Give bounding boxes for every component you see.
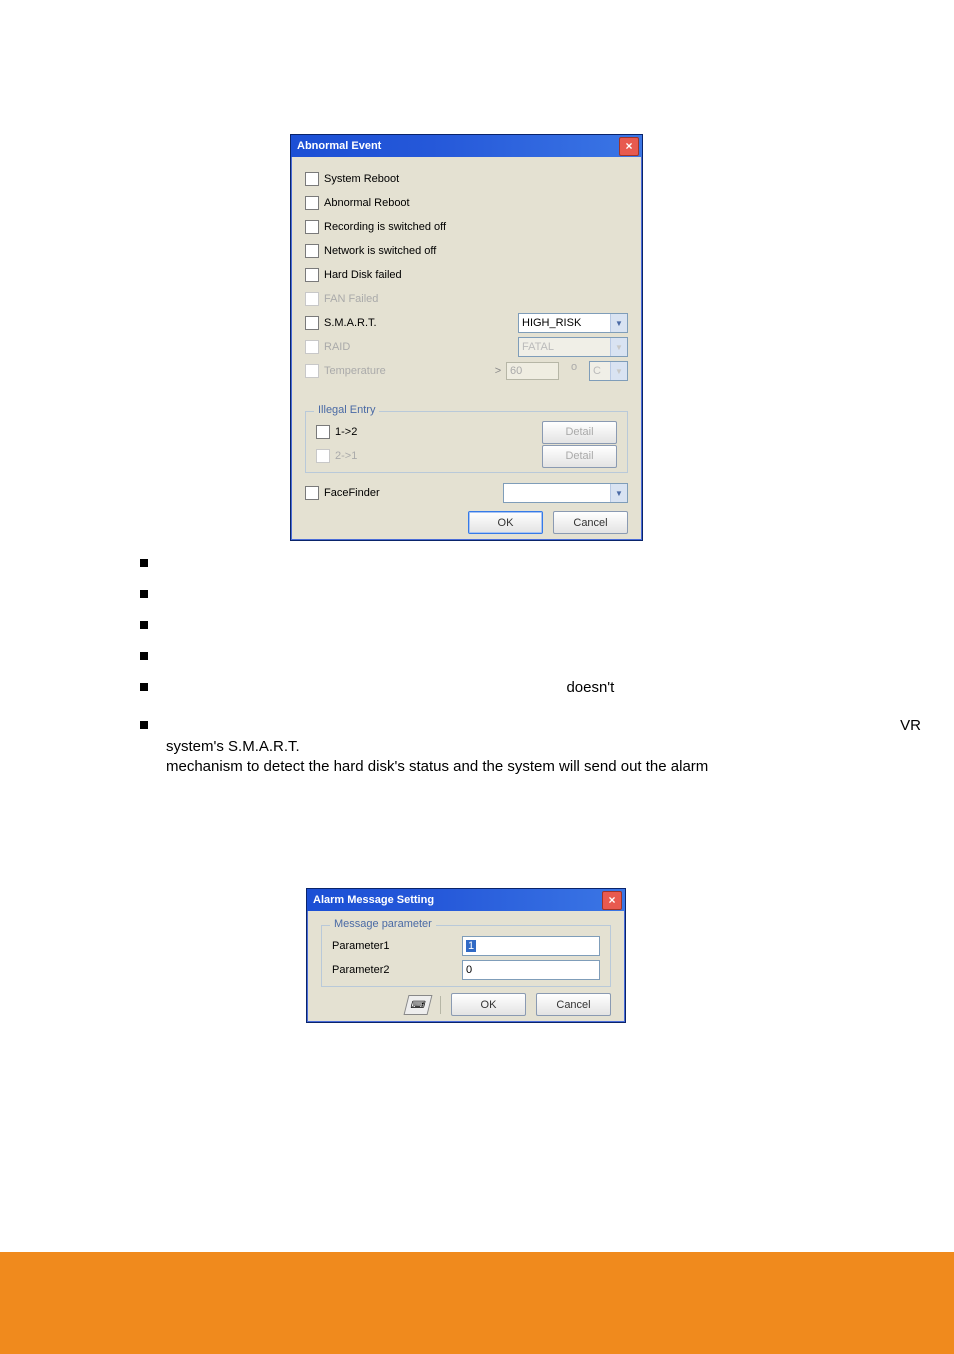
cancel-button[interactable]: Cancel (553, 511, 628, 534)
checkbox (305, 292, 319, 306)
entry-2-1: 2->1 Detail (316, 444, 617, 468)
checkbox[interactable] (305, 196, 319, 210)
checkbox[interactable] (305, 220, 319, 234)
raid-select: FATAL▼ (518, 337, 628, 357)
checkbox[interactable] (305, 316, 319, 330)
group-label: Illegal Entry (314, 404, 379, 416)
parameter2-label: Parameter2 (332, 964, 462, 976)
option-hdd-failed[interactable]: Hard Disk failed (305, 263, 628, 287)
temp-unit-select: C▼ (589, 361, 628, 381)
option-temperature: Temperature > 60 o C▼ (305, 359, 628, 383)
parameter1-input[interactable]: 1 (462, 936, 600, 956)
checkbox (305, 364, 319, 378)
checkbox[interactable] (316, 425, 330, 439)
cancel-button[interactable]: Cancel (536, 993, 611, 1016)
bullet-icon (140, 683, 148, 691)
chevron-down-icon: ▼ (610, 484, 627, 502)
parameter1-label: Parameter1 (332, 940, 462, 952)
option-raid: RAID FATAL▼ (305, 335, 628, 359)
checkbox (305, 340, 319, 354)
window-title: Abnormal Event (297, 140, 619, 152)
chevron-down-icon: ▼ (610, 338, 627, 356)
bullet-icon (140, 721, 148, 729)
entry-1-2[interactable]: 1->2 Detail (316, 420, 617, 444)
checkbox (316, 449, 330, 463)
detail-button: Detail (542, 445, 617, 468)
checkbox[interactable] (305, 268, 319, 282)
close-icon[interactable]: × (619, 137, 639, 156)
option-system-reboot[interactable]: System Reboot (305, 167, 628, 191)
bullet-icon (140, 590, 148, 598)
temperature-input: 60 (506, 362, 559, 380)
facefinder-select[interactable]: ▼ (503, 483, 628, 503)
illegal-entry-group: Illegal Entry 1->2 Detail 2->1 Detail (305, 411, 628, 473)
detail-button: Detail (542, 421, 617, 444)
option-abnormal-reboot[interactable]: Abnormal Reboot (305, 191, 628, 215)
parameter2-input[interactable]: 0 (462, 960, 600, 980)
titlebar: Abnormal Event × (291, 135, 642, 157)
ok-button[interactable]: OK (468, 511, 543, 534)
ok-button[interactable]: OK (451, 993, 526, 1016)
bullet-icon (140, 652, 148, 660)
page-footer (0, 1226, 954, 1354)
group-label: Message parameter (330, 918, 436, 930)
checkbox[interactable] (305, 244, 319, 258)
option-fan-failed: FAN Failed (305, 287, 628, 311)
titlebar: Alarm Message Setting × (307, 889, 625, 911)
abnormal-event-dialog: Abnormal Event × System Reboot Abnormal … (290, 134, 643, 541)
message-parameter-group: Message parameter Parameter1 1 Parameter… (321, 925, 611, 987)
option-smart[interactable]: S.M.A.R.T. HIGH_RISK▼ (305, 311, 628, 335)
close-icon[interactable]: × (602, 891, 622, 910)
smart-select[interactable]: HIGH_RISK▼ (518, 313, 628, 333)
bullet-icon (140, 621, 148, 629)
doc-bullets: ________________________________________… (140, 536, 870, 795)
alarm-message-setting-dialog: Alarm Message Setting × Message paramete… (306, 888, 626, 1023)
checkbox[interactable] (305, 486, 319, 500)
option-recording-off[interactable]: Recording is switched off (305, 215, 628, 239)
window-title: Alarm Message Setting (313, 894, 602, 906)
chevron-down-icon: ▼ (610, 362, 627, 380)
keyboard-icon[interactable]: ⌨ (404, 995, 433, 1015)
checkbox[interactable] (305, 172, 319, 186)
chevron-down-icon: ▼ (610, 314, 627, 332)
option-network-off[interactable]: Network is switched off (305, 239, 628, 263)
option-facefinder[interactable]: FaceFinder ▼ (305, 481, 628, 505)
bullet-icon (140, 559, 148, 567)
